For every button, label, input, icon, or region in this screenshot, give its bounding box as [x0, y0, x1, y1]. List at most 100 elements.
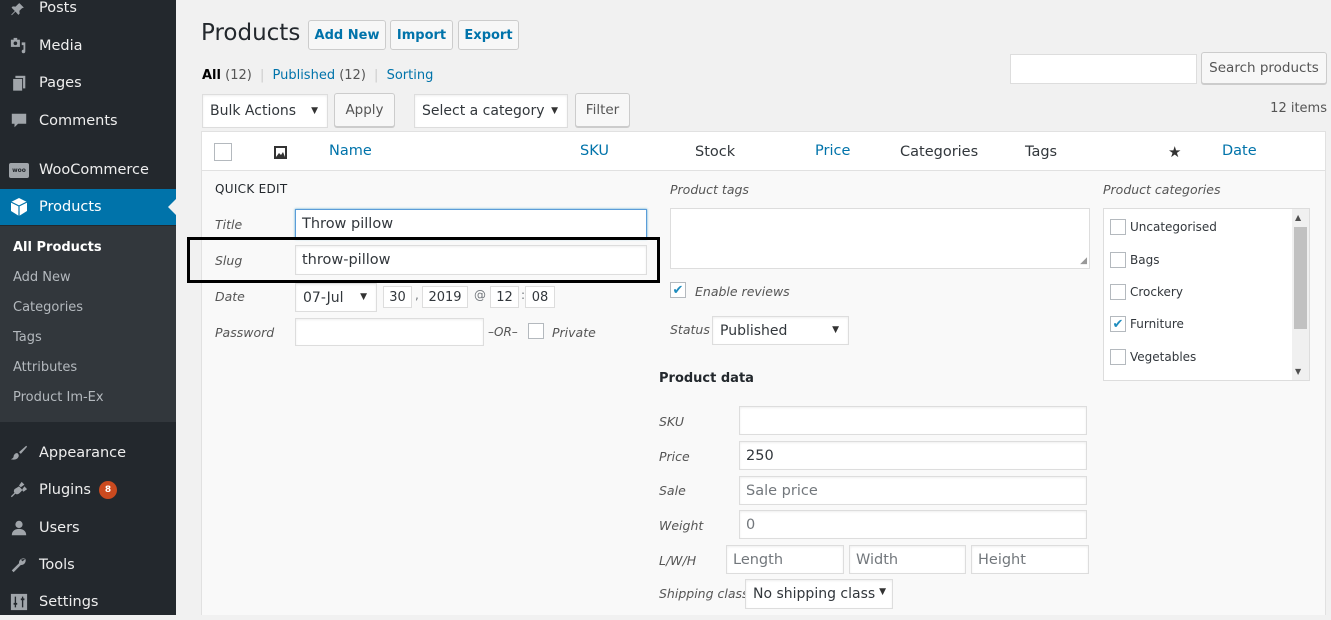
filter-published[interactable]: Published	[272, 68, 335, 83]
category-item-uncategorised[interactable]: Uncategorised	[1110, 219, 1217, 235]
weight-input[interactable]: 0	[739, 510, 1087, 539]
import-button[interactable]: Import	[390, 20, 453, 50]
caret-down-icon: ▼	[879, 587, 886, 597]
length-input[interactable]: Length	[726, 545, 844, 574]
category-label: Bags	[1130, 253, 1160, 267]
category-item-vegetables[interactable]: Vegetables	[1110, 349, 1196, 365]
menu-label: Pages	[39, 75, 82, 91]
filter-button[interactable]: Filter	[575, 93, 630, 127]
caret-down-icon: ▼	[360, 292, 367, 302]
status-select[interactable]: Published ▼	[712, 316, 849, 345]
woocommerce-logo: woo	[9, 162, 29, 178]
slug-input[interactable]: throw-pillow	[295, 245, 647, 275]
sku-label: SKU	[659, 414, 685, 429]
title-input[interactable]: Throw pillow	[295, 209, 647, 239]
private-checkbox[interactable]	[528, 323, 544, 339]
dimensions-label: L/W/H	[659, 553, 697, 568]
menu-pages[interactable]: Pages	[0, 65, 176, 101]
menu-label: Posts	[39, 0, 77, 16]
month-select[interactable]: 07-Jul ▼	[295, 283, 377, 312]
sku-input[interactable]	[739, 406, 1087, 435]
day-input[interactable]: 30	[383, 286, 412, 308]
active-indicator	[168, 199, 176, 215]
minute-input[interactable]: 08	[525, 286, 555, 308]
category-label: Vegetables	[1130, 350, 1197, 364]
sale-label: Sale	[659, 483, 686, 498]
page-title: Products	[201, 20, 301, 46]
resize-handle-icon[interactable]: ◢	[1080, 256, 1087, 266]
search-products-button[interactable]: Search products	[1201, 52, 1327, 84]
submenu-all-products[interactable]: All Products	[13, 240, 102, 255]
menu-woocommerce[interactable]: woo WooCommerce	[0, 152, 176, 188]
submenu-add-new[interactable]: Add New	[13, 270, 71, 285]
category-item-bags[interactable]: Bags	[1110, 252, 1159, 268]
caret-down-icon: ▼	[551, 106, 558, 116]
category-label: Crockery	[1130, 285, 1183, 299]
price-input[interactable]: 250	[739, 441, 1087, 470]
category-checkbox[interactable]: ✔	[1110, 316, 1126, 332]
wrench-icon	[9, 555, 29, 575]
separator: |	[374, 68, 379, 83]
submenu-tags[interactable]: Tags	[13, 330, 42, 345]
submenu-categories[interactable]: Categories	[13, 300, 83, 315]
enable-reviews-checkbox[interactable]: ✔	[670, 282, 686, 298]
export-button[interactable]: Export	[458, 20, 519, 50]
shipping-class-select[interactable]: No shipping class ▼	[745, 579, 893, 609]
scroll-up-arrow-icon[interactable]: ▲	[1295, 213, 1301, 222]
column-name[interactable]: Name	[329, 143, 372, 159]
column-date[interactable]: Date	[1222, 143, 1257, 159]
submenu-attributes[interactable]: Attributes	[13, 360, 77, 375]
featured-star-icon[interactable]: ★	[1168, 143, 1181, 161]
date-at: @	[474, 288, 486, 302]
year-input[interactable]: 2019	[422, 286, 468, 308]
password-input[interactable]	[295, 318, 484, 346]
width-input[interactable]: Width	[849, 545, 966, 574]
column-stock: Stock	[695, 144, 736, 160]
menu-users[interactable]: Users	[0, 510, 176, 546]
search-input[interactable]	[1010, 54, 1197, 84]
quick-edit-heading: QUICK EDIT	[215, 182, 288, 196]
items-count: 12 items	[1270, 101, 1327, 116]
menu-comments[interactable]: Comments	[0, 103, 176, 139]
add-new-button[interactable]: Add New	[308, 20, 386, 50]
sale-price-input[interactable]: Sale price	[739, 476, 1087, 505]
box-icon	[9, 197, 29, 217]
products-table-header: Name SKU Stock Price Categories Tags ★ D…	[201, 131, 1326, 171]
slug-label: Slug	[215, 253, 243, 268]
column-tags: Tags	[1025, 144, 1058, 160]
category-checkbox[interactable]	[1110, 252, 1126, 268]
category-item-furniture[interactable]: ✔ Furniture	[1110, 316, 1184, 332]
height-input[interactable]: Height	[971, 545, 1089, 574]
scroll-thumb[interactable]	[1294, 227, 1307, 329]
category-checkbox[interactable]	[1110, 219, 1126, 235]
menu-label: Settings	[39, 594, 99, 610]
product-tags-textarea[interactable]: ◢	[670, 208, 1090, 269]
category-checkbox[interactable]	[1110, 349, 1126, 365]
bulk-actions-select[interactable]: Bulk Actions ▼	[202, 94, 328, 128]
date-comma: ,	[415, 288, 419, 302]
filter-sorting[interactable]: Sorting	[387, 68, 434, 83]
pages-icon	[9, 73, 29, 93]
apply-button[interactable]: Apply	[334, 93, 395, 127]
menu-appearance[interactable]: Appearance	[0, 435, 176, 471]
category-checkbox[interactable]	[1110, 284, 1126, 300]
plugins-update-badge: 8	[98, 481, 117, 499]
column-price[interactable]: Price	[815, 143, 850, 159]
menu-label: WooCommerce	[39, 162, 149, 178]
filter-all-count: (12)	[225, 68, 252, 83]
hour-input[interactable]: 12	[490, 286, 519, 308]
filter-all[interactable]: All	[202, 68, 221, 83]
menu-plugins[interactable]: Plugins 8	[0, 472, 176, 508]
submenu-product-im-ex[interactable]: Product Im-Ex	[13, 390, 104, 405]
menu-tools[interactable]: Tools	[0, 547, 176, 583]
menu-products[interactable]: Products	[0, 189, 176, 225]
category-item-crockery[interactable]: Crockery	[1110, 284, 1183, 300]
categories-scrollbar[interactable]: ▲ ▼	[1292, 209, 1309, 380]
select-all-checkbox[interactable]	[214, 143, 232, 161]
menu-posts[interactable]: Posts	[0, 0, 176, 26]
media-icon	[9, 36, 29, 56]
category-select[interactable]: Select a category ▼	[414, 94, 568, 128]
menu-media[interactable]: Media	[0, 28, 176, 64]
column-sku[interactable]: SKU	[580, 143, 609, 159]
scroll-down-arrow-icon[interactable]: ▼	[1295, 367, 1301, 376]
